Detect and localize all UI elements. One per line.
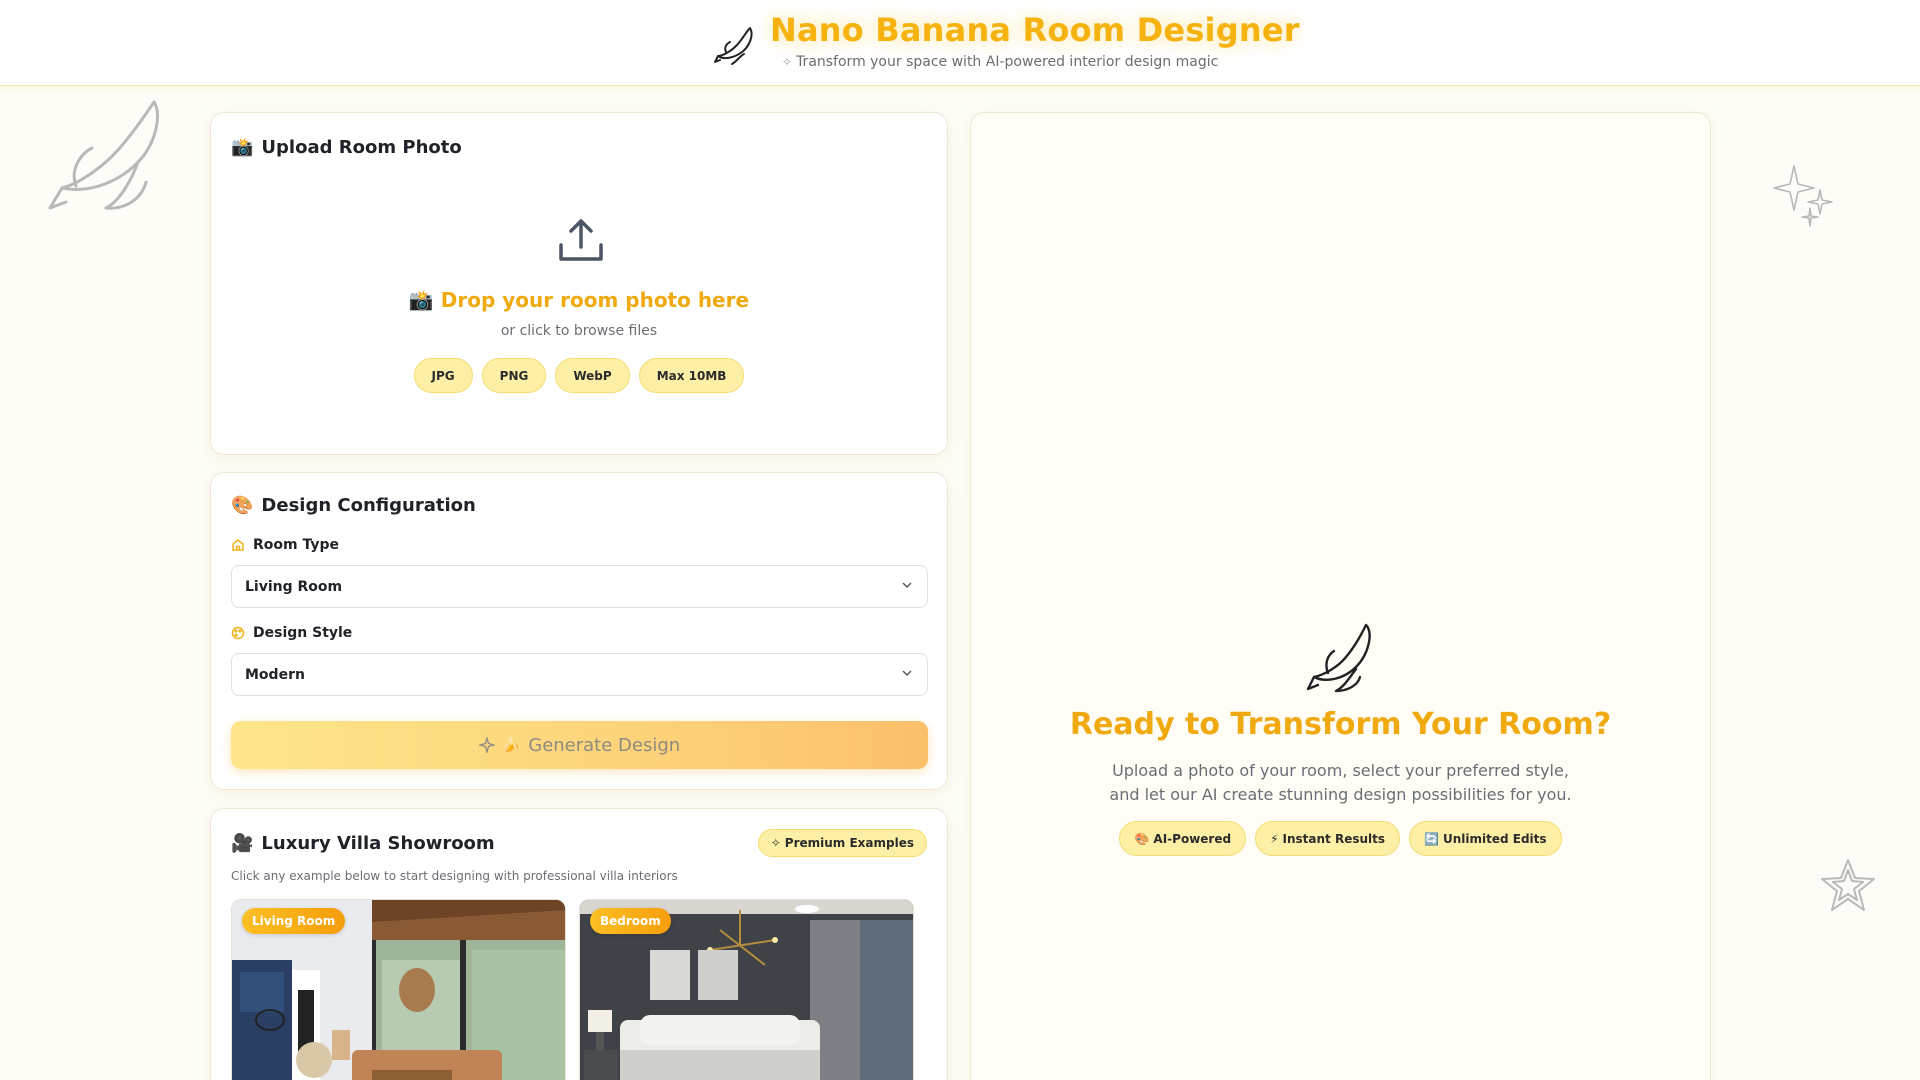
palette-small-icon: [231, 626, 245, 640]
feature-chip-unlimited-edits: 🔄 Unlimited Edits: [1409, 821, 1562, 856]
format-chip-webp: WebP: [555, 358, 630, 393]
room-type-select[interactable]: Living Room: [231, 565, 928, 608]
feature-chip-label: Unlimited Edits: [1442, 831, 1547, 846]
feature-chip-label: AI-Powered: [1153, 831, 1232, 846]
format-chips: JPG PNG WebP Max 10MB: [211, 358, 947, 393]
feature-chip-label: Instant Results: [1282, 831, 1386, 846]
banana-icon: [1306, 623, 1371, 693]
design-style-value: Modern: [245, 666, 305, 683]
example-living-room[interactable]: Living Room: [231, 899, 566, 1080]
upload-card: 📸 Upload Room Photo 📸 Drop your room pho…: [210, 112, 948, 455]
upload-card-title: 📸 Upload Room Photo: [231, 137, 462, 158]
ready-title: Ready to Transform Your Room?: [1069, 707, 1612, 742]
config-card-title: 🎨 Design Configuration: [231, 495, 476, 516]
feature-chip-instant-results: ⚡ Instant Results: [1255, 821, 1401, 856]
premium-examples-badge: ✧ Premium Examples: [757, 829, 927, 857]
browse-files-link[interactable]: or click to browse files: [211, 323, 947, 339]
banana-logo-icon: [714, 27, 753, 65]
sparkles-icon: [1773, 165, 1833, 227]
feature-chips: 🎨 AI-Powered ⚡ Instant Results 🔄 Unlimited …: [971, 821, 1710, 856]
format-chip-max-size: Max 10MB: [638, 358, 745, 393]
star-outline-icon: [1821, 859, 1875, 911]
villa-showroom-card: 🎥 Luxury Villa Showroom ✧ Premium Exampl…: [210, 808, 948, 1080]
lightning-icon: ⚡: [1270, 831, 1279, 846]
drop-title: 📸 Drop your room photo here: [408, 288, 750, 312]
palette-icon: 🎨: [231, 495, 254, 516]
config-title-text: Design Configuration: [261, 495, 476, 516]
showroom-subtitle: Click any example below to start designi…: [231, 869, 678, 883]
ready-description: Upload a photo of your room, select your…: [971, 759, 1710, 807]
upload-title-text: Upload Room Photo: [261, 137, 462, 158]
chevron-down-icon: [902, 582, 912, 589]
banana-outline-icon: [48, 100, 159, 210]
room-type-label: Room Type: [231, 537, 339, 553]
design-preview-card: Ready to Transform Your Room? Upload a p…: [970, 112, 1711, 1080]
example-tag: Living Room: [242, 908, 346, 934]
showroom-card-title: 🎥 Luxury Villa Showroom: [231, 833, 495, 854]
example-bedroom[interactable]: Bedroom: [579, 899, 914, 1080]
generate-button-label: Generate Design: [528, 734, 681, 756]
feature-chip-ai-powered: 🎨 AI-Powered: [1119, 821, 1247, 856]
film-camera-icon: 🎥: [231, 833, 254, 854]
room-type-value: Living Room: [245, 578, 343, 595]
app-subtitle-text: Transform your space with AI-powered int…: [796, 54, 1219, 70]
room-type-label-text: Room Type: [253, 537, 340, 553]
design-style-label: Design Style: [231, 625, 352, 641]
design-style-label-text: Design Style: [253, 625, 353, 641]
camera-icon: 📸: [231, 137, 254, 158]
premium-badge-text: Premium Examples: [784, 836, 914, 850]
app-subtitle: ✧ Transform your space with AI-powered in…: [782, 54, 1218, 70]
home-icon: [232, 539, 244, 551]
ready-desc-line1: Upload a photo of your room, select your…: [1112, 761, 1569, 780]
generate-design-button[interactable]: 🍌 Generate Design: [231, 721, 928, 769]
app-header: Nano Banana Room Designer ✧ Transform you…: [0, 0, 1920, 86]
sparkle-icon: ✧: [782, 55, 793, 69]
banana-icon: 🍌: [502, 737, 521, 753]
refresh-icon: 🔄: [1424, 831, 1439, 846]
design-style-select[interactable]: Modern: [231, 653, 928, 696]
design-configuration-card: 🎨 Design Configuration Room Type Living …: [210, 472, 948, 790]
sparkle-icon: [478, 737, 495, 753]
ready-desc-line2: and let our AI create stunning design po…: [1109, 785, 1572, 804]
sparkle-icon: ✧: [770, 836, 781, 850]
palette-icon: 🎨: [1134, 831, 1150, 846]
showroom-title-text: Luxury Villa Showroom: [261, 833, 495, 854]
upload-icon: [559, 219, 603, 261]
app-title: Nano Banana Room Designer: [770, 11, 1300, 49]
example-tag: Bedroom: [590, 908, 671, 934]
chevron-down-icon: [902, 670, 912, 677]
format-chip-jpg: JPG: [413, 358, 473, 393]
format-chip-png: PNG: [481, 358, 547, 393]
